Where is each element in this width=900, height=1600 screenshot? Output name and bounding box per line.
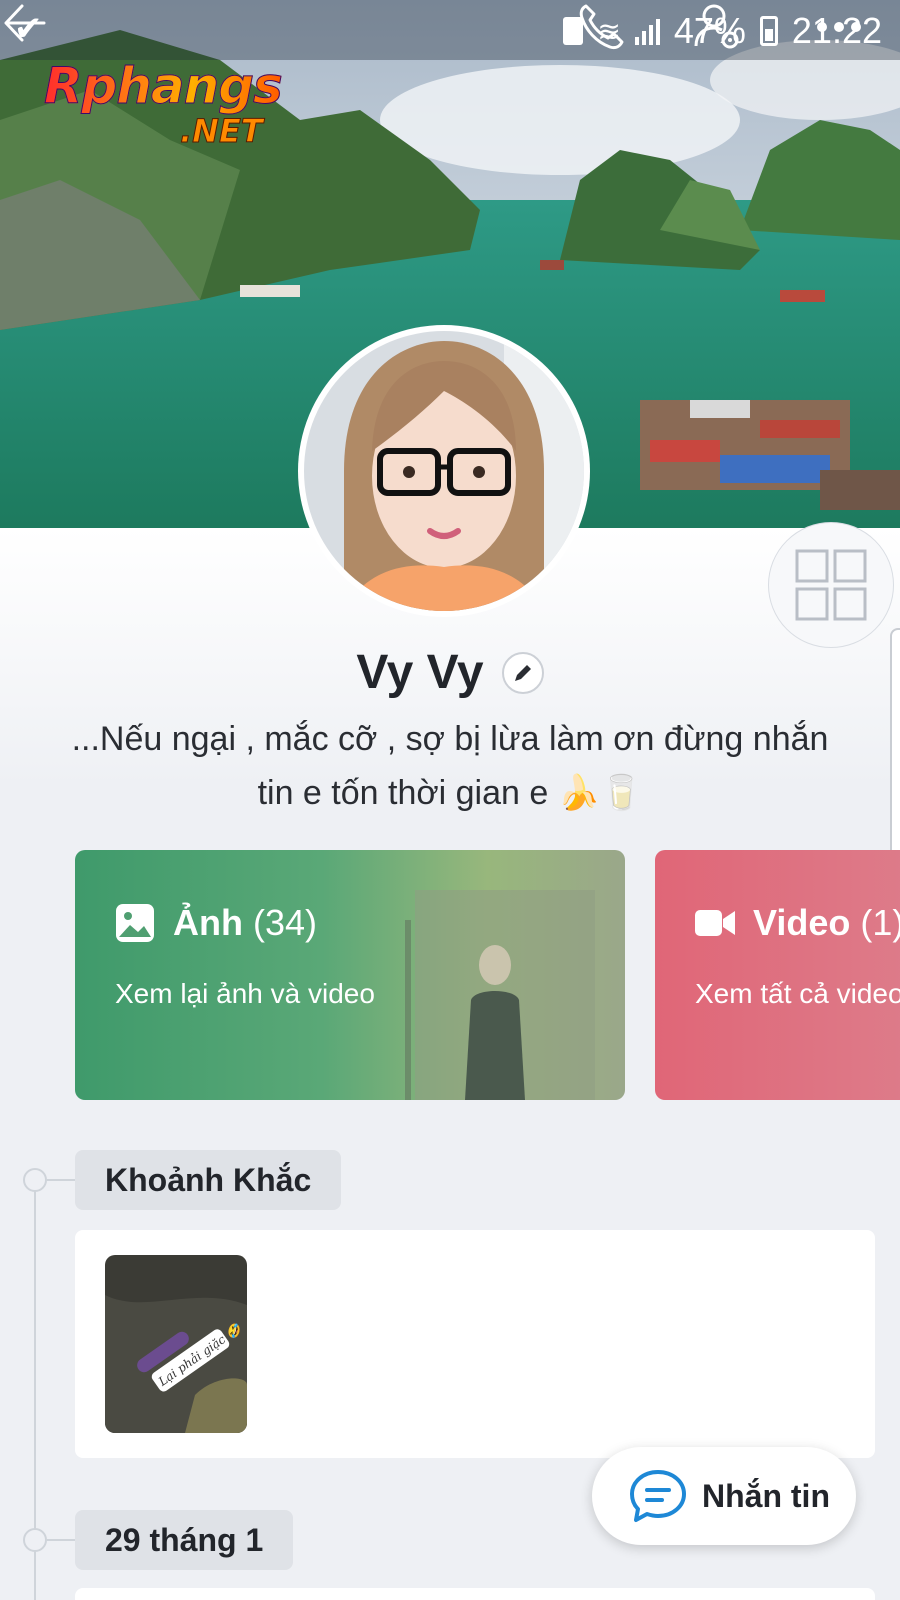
name-row: Vy Vy	[0, 645, 900, 700]
more-icon[interactable]	[812, 0, 866, 54]
moment-thumbnail[interactable]: Lại phải giặc 🤣	[105, 1255, 247, 1433]
video-card[interactable]: Video (1) Xem tất cả video	[655, 850, 900, 1100]
message-button[interactable]: Nhắn tin	[592, 1447, 856, 1545]
video-card-title: Video	[753, 902, 851, 943]
video-camera-icon	[695, 910, 735, 936]
edit-name-button[interactable]	[501, 651, 544, 694]
signal-icon	[634, 17, 660, 45]
date-label: 29 tháng 1	[75, 1510, 294, 1570]
moments-label[interactable]: Khoảnh Khắc	[75, 1150, 342, 1210]
profile-name: Vy Vy	[356, 646, 484, 699]
pencil-icon	[514, 664, 531, 681]
photos-card-subtitle: Xem lại ảnh và video	[115, 978, 375, 1009]
phone-icon[interactable]	[574, 0, 628, 54]
profile-bio: ...Nếu ngại , mắc cỡ , sợ bị lừa làm ơn …	[40, 712, 860, 820]
next-post-card	[75, 1588, 875, 1600]
avatar[interactable]	[298, 325, 590, 617]
photos-card-count: (34)	[252, 902, 318, 943]
video-card-subtitle: Xem tất cả video	[695, 978, 900, 1009]
bio-line-2: tin e tốn thời gian e 🍌🥛	[257, 774, 643, 812]
photos-card[interactable]: Ảnh (34) Xem lại ảnh và video	[75, 850, 625, 1100]
video-card-count: (1)	[860, 902, 900, 943]
timeline-dot	[23, 1528, 47, 1552]
photos-card-header: Ảnh (34)	[115, 902, 317, 944]
watermark-logo: Rphangs .NET	[44, 58, 314, 150]
photos-card-thumbnail	[405, 890, 595, 1100]
moment-thumbnail-image: Lại phải giặc 🤣	[105, 1255, 247, 1433]
timeline-dot	[23, 1168, 47, 1192]
grid-icon	[795, 549, 867, 621]
status-bar: ✔ ≋ 47% 21:22	[0, 0, 900, 60]
logo-line-2: .NET	[180, 112, 264, 150]
chat-bubble-icon	[630, 1470, 686, 1522]
moments-card: Lại phải giặc 🤣	[75, 1230, 875, 1458]
image-icon	[116, 904, 154, 942]
photos-card-title: Ảnh	[173, 902, 243, 943]
video-card-header: Video (1)	[695, 902, 900, 944]
grid-button[interactable]	[768, 522, 894, 648]
timeline-connector	[47, 1179, 75, 1181]
avatar-portrait	[304, 331, 584, 611]
timeline-connector	[47, 1539, 75, 1541]
user-settings-icon[interactable]	[692, 0, 746, 54]
battery-icon	[759, 16, 778, 46]
message-button-label: Nhắn tin	[702, 1477, 830, 1514]
back-arrow-icon[interactable]	[0, 0, 46, 46]
logo-line-1: Rphangs	[44, 58, 314, 115]
bio-line-1: ...Nếu ngại , mắc cỡ , sợ bị lừa làm ơn …	[71, 720, 829, 758]
